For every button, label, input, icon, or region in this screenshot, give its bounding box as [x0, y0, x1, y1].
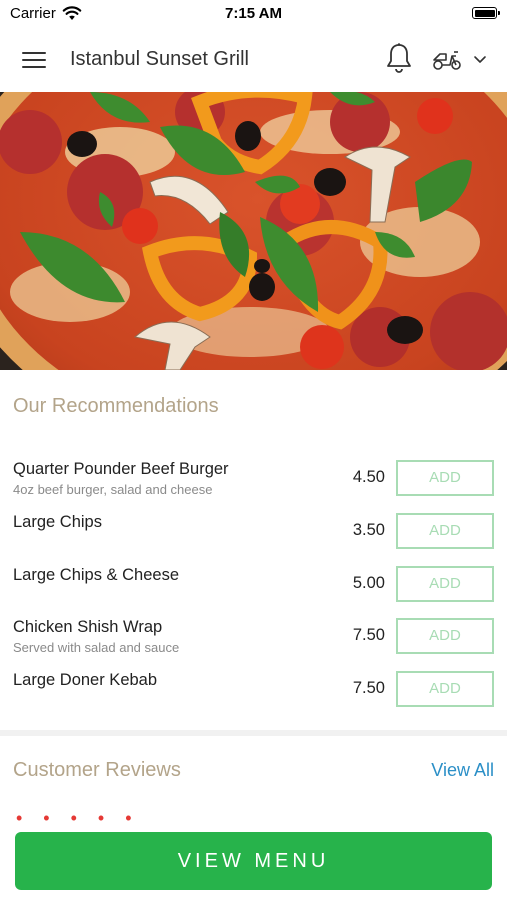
reviews-title: Customer Reviews — [13, 759, 181, 781]
menu-item: Quarter Pounder Beef Burger 4oz beef bur… — [0, 460, 507, 512]
item-name: Large Chips & Cheese — [13, 566, 180, 584]
item-description: Served with salad and sauce — [13, 640, 180, 655]
view-menu-button[interactable]: VIEW MENU — [15, 832, 492, 890]
hero-pizza-image — [0, 92, 507, 370]
review-stars: • • • • • — [16, 808, 140, 828]
item-description: 4oz beef burger, salad and cheese — [13, 482, 213, 497]
add-button[interactable]: ADD — [396, 618, 494, 654]
status-bar: Carrier 7:15 AM — [0, 0, 507, 28]
pizza-illustration — [0, 92, 507, 370]
menu-item: Large Chips & Cheese 5.00 ADD — [0, 566, 507, 618]
battery-icon — [472, 7, 500, 19]
item-price: 5.00 — [352, 574, 385, 592]
restaurant-title: Istanbul Sunset Grill — [70, 48, 249, 70]
item-price: 4.50 — [352, 468, 385, 486]
recommendations-title: Our Recommendations — [13, 395, 219, 417]
item-name: Large Doner Kebab — [13, 671, 158, 689]
add-button[interactable]: ADD — [396, 460, 494, 496]
item-name: Chicken Shish Wrap — [13, 618, 163, 636]
view-all-link[interactable]: View All — [431, 760, 494, 781]
section-divider — [0, 730, 507, 736]
add-button[interactable]: ADD — [396, 513, 494, 549]
clock-time: 7:15 AM — [225, 5, 282, 22]
app-header: Istanbul Sunset Grill — [0, 28, 507, 92]
chevron-down-icon[interactable] — [472, 54, 488, 66]
menu-item: Chicken Shish Wrap Served with salad and… — [0, 618, 507, 670]
item-name: Large Chips — [13, 513, 102, 531]
item-price: 3.50 — [352, 521, 385, 539]
scooter-icon[interactable] — [432, 46, 462, 72]
menu-icon[interactable] — [22, 49, 48, 71]
add-button[interactable]: ADD — [396, 566, 494, 602]
item-price: 7.50 — [352, 679, 385, 697]
add-button[interactable]: ADD — [396, 671, 494, 707]
menu-item: Large Doner Kebab 7.50 ADD — [0, 671, 507, 723]
menu-item: Large Chips 3.50 ADD — [0, 513, 507, 565]
bell-icon[interactable] — [385, 42, 413, 74]
item-price: 7.50 — [352, 626, 385, 644]
item-name: Quarter Pounder Beef Burger — [13, 460, 229, 478]
